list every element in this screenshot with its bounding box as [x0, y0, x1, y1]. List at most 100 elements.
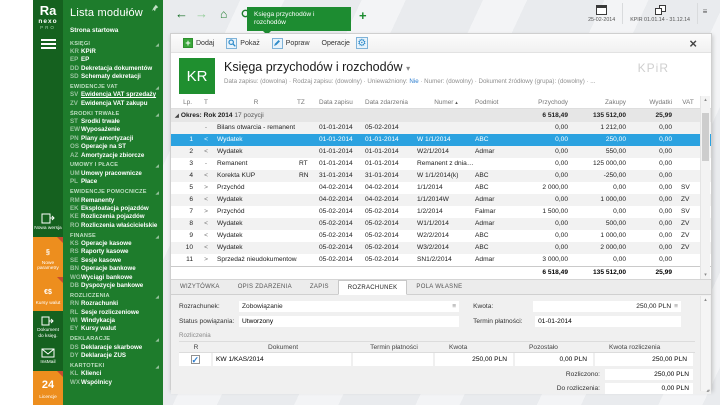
sidebar-item[interactable]: WX Wspólnicy ◢: [63, 379, 163, 387]
back-icon[interactable]: ←: [175, 6, 188, 21]
filter-value-highlight[interactable]: Nie: [409, 78, 418, 85]
sidebar-item[interactable]: UM Umowy pracownicze ◢: [63, 170, 163, 178]
dropdown-icon[interactable]: ≡: [452, 301, 456, 312]
section-collapse-icon[interactable]: ◢: [156, 363, 159, 370]
pin-icon[interactable]: [151, 4, 159, 12]
table-row[interactable]: 9 < Wydatek 05-02-2014 05-02-2014 W2/2/2…: [171, 230, 711, 242]
table-row[interactable]: - Bilans otwarcia - remanent 01-01-2014 …: [171, 122, 711, 134]
rail-button-licencje[interactable]: 24 Licencje: [33, 371, 63, 405]
sidebar-item[interactable]: EY Kursy walut ◢: [63, 325, 163, 333]
table-header-row[interactable]: Lp. T R TZ Data zapisu Data zdarzenia Nu…: [171, 96, 711, 109]
sidebar-item[interactable]: UMOWY I PŁACE ◢: [63, 161, 163, 169]
scroll-up-icon[interactable]: ▴: [701, 296, 710, 304]
col-przychody[interactable]: Przychody: [519, 96, 573, 108]
sidebar-item[interactable]: DB Dyspozycje bankowe ◢: [63, 282, 163, 290]
sidebar-item[interactable]: WG Wyciągi bankowe ◢: [63, 274, 163, 282]
sidebar-item[interactable]: DS Deklaracje skarbowe ◢: [63, 344, 163, 352]
window-menu-icon[interactable]: ≡: [697, 3, 712, 24]
new-tab-icon[interactable]: +: [359, 8, 367, 23]
rail-button-nowa-wersja[interactable]: Nowa wersja: [33, 209, 63, 237]
col-r[interactable]: R: [215, 96, 297, 108]
sidebar-item[interactable]: ŚRODKI TRWAŁE ◢: [63, 110, 163, 118]
sidebar-item[interactable]: RN Rozrachunki ◢: [63, 300, 163, 308]
sidebar-item[interactable]: DEKLARACJE ◢: [63, 335, 163, 343]
section-collapse-icon[interactable]: ◢: [156, 233, 159, 240]
details-tab[interactable]: ROZRACHUNEK: [338, 280, 408, 295]
home-icon[interactable]: ⌂: [220, 7, 227, 21]
pane-resize-handle[interactable]: ▴▾: [706, 388, 709, 394]
section-collapse-icon[interactable]: ◢: [156, 336, 159, 343]
table-row[interactable]: 6 < Wydatek 04-02-2014 04-02-2014 1/1/20…: [171, 194, 711, 206]
sidebar-item[interactable]: PL Płace ◢: [63, 178, 163, 186]
sidebar-item[interactable]: KE Rozliczenia pojazdów ◢: [63, 213, 163, 221]
close-icon[interactable]: ×: [689, 37, 697, 50]
sidebar-item[interactable]: SD Schematy dekretacji ◢: [63, 73, 163, 81]
col-t[interactable]: T: [197, 96, 215, 108]
edit-button[interactable]: Popraw: [266, 36, 316, 51]
date-widget[interactable]: 25-02-2014: [581, 3, 622, 24]
sidebar-item[interactable]: KARTOTEKI ◢: [63, 362, 163, 370]
sidebar-item[interactable]: ZV Ewidencja VAT zakupu ◢: [63, 100, 163, 108]
period-widget[interactable]: KPIR 01.01.14 - 31.12.14: [622, 3, 697, 24]
table-row[interactable]: 5 > Przychód 04-02-2014 04-02-2014 1/1/2…: [171, 182, 711, 194]
col-podmiot[interactable]: Podmiot: [475, 96, 519, 108]
section-collapse-icon[interactable]: ◢: [156, 189, 159, 196]
table-row[interactable]: 11 > Sprzedaż nieudokumentowana 05-02-20…: [171, 254, 711, 266]
col-zakupy[interactable]: Zakupy: [573, 96, 631, 108]
termin-input[interactable]: 01-01-2014: [535, 316, 681, 327]
sidebar-item[interactable]: EW Wyposażenie ◢: [63, 126, 163, 134]
sidebar-item[interactable]: EWIDENCJE POMOCNICZE ◢: [63, 188, 163, 196]
sidebar-item[interactable]: SE Sesje kasowe ◢: [63, 257, 163, 265]
kwota-input[interactable]: 250,00 PLN≡: [533, 301, 681, 312]
sidebar-item[interactable]: KSIĘGI ◢: [63, 40, 163, 48]
rail-button-kursy-walut[interactable]: €$ Kursy walut: [33, 277, 63, 312]
chevron-down-icon[interactable]: ▾: [406, 64, 410, 73]
sidebar-item[interactable]: RL Sesje rozliczeniowe ◢: [63, 309, 163, 317]
details-tab[interactable]: OPIS ZDARZENIA: [229, 280, 301, 294]
rozrachunek-select[interactable]: ≡Zobowiązanie: [239, 301, 459, 312]
details-tab[interactable]: WIZYTÓWKA: [171, 280, 229, 294]
table-row[interactable]: 10 < Wydatek 05-02-2014 05-02-2014 W3/2/…: [171, 242, 711, 254]
document-tab[interactable]: Księga przychodów i rozchodów: [247, 7, 351, 31]
sidebar-item[interactable]: DY Deklaracje ZUS ◢: [63, 352, 163, 360]
checkbox[interactable]: ✓: [191, 355, 200, 364]
sidebar-item[interactable]: OS Operacje na ŚT ◢: [63, 143, 163, 151]
section-collapse-icon[interactable]: ◢: [156, 111, 159, 118]
sidebar-item[interactable]: PN Plany amortyzacji ◢: [63, 135, 163, 143]
collapse-icon[interactable]: ◢: [175, 113, 179, 119]
sidebar-item[interactable]: BN Operacje bankowe ◢: [63, 265, 163, 273]
sidebar-item[interactable]: RM Remanenty ◢: [63, 197, 163, 205]
table-row[interactable]: 7 > Przychód 05-02-2014 05-02-2014 1/2/2…: [171, 206, 711, 218]
scrollbar-thumb[interactable]: [702, 113, 709, 161]
rail-button-dokument-do-ksieg[interactable]: Dokument do księg.: [33, 311, 63, 344]
rail-button-nowe-parametry[interactable]: § Nowe parametry: [33, 237, 63, 277]
gear-icon[interactable]: ⚙: [356, 37, 368, 49]
table-row[interactable]: 3 - Remanent RT 01-01-2014 01-01-2014 Re…: [171, 158, 711, 170]
page-title[interactable]: Księga przychodów i rozchodów ▾: [224, 60, 410, 74]
scroll-down-icon[interactable]: ▾: [701, 271, 710, 279]
details-tab[interactable]: POLA WŁASNE: [407, 280, 471, 294]
col-tz[interactable]: TZ: [297, 96, 319, 108]
sidebar-item-strona-startowa[interactable]: Strona startowa: [63, 19, 163, 38]
sidebar-item[interactable]: KR KPiR ◢: [63, 48, 163, 56]
table-row[interactable]: 1 < Wydatek 01-01-2014 01-01-2014 W 1/1/…: [171, 134, 711, 146]
sidebar-item[interactable]: EK Eksploatacja pojazdów ◢: [63, 205, 163, 213]
section-collapse-icon[interactable]: ◢: [156, 84, 159, 91]
rail-button-insmail[interactable]: InsMail: [33, 344, 63, 371]
add-button[interactable]: + Dodaj: [177, 36, 220, 50]
sidebar-item[interactable]: SV Ewidencja VAT sprzedaży ◢: [63, 91, 163, 99]
col-numer[interactable]: Numer ▴: [417, 96, 475, 108]
operations-button[interactable]: Operacje: [316, 38, 356, 49]
col-data-zdarzenia[interactable]: Data zdarzenia: [365, 96, 417, 108]
sidebar-item[interactable]: RO Rozliczenia właścicielskie ◢: [63, 222, 163, 230]
sidebar-item[interactable]: EP EP ◢: [63, 56, 163, 64]
group-row[interactable]: ◢Okres: Rok 2014 17 pozycji 6 518,49 135…: [171, 109, 711, 122]
section-collapse-icon[interactable]: ◢: [156, 162, 159, 169]
sidebar-item[interactable]: FINANSE ◢: [63, 232, 163, 240]
table-row[interactable]: 4 < Korekta KUP RN 31-01-2014 31-01-2014…: [171, 170, 711, 182]
menu-toggle-icon[interactable]: [41, 39, 56, 49]
section-collapse-icon[interactable]: ◢: [156, 41, 159, 48]
show-button[interactable]: Pokaż: [220, 36, 265, 51]
dropdown-icon[interactable]: ≡: [674, 303, 678, 310]
col-vat[interactable]: VAT: [677, 96, 699, 108]
